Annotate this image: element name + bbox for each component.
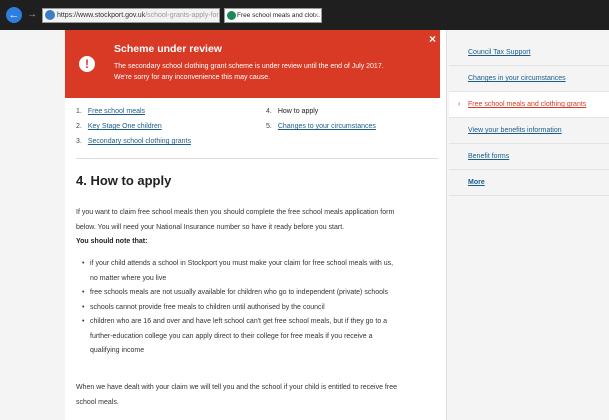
- toc-item[interactable]: 3. Secondary school clothing grants: [76, 138, 191, 145]
- alert-title: Scheme under review: [114, 43, 222, 55]
- note-heading: You should note that:: [76, 238, 148, 245]
- alert-line-1: The secondary school clothing grant sche…: [114, 63, 384, 70]
- list-item-line: if your child attends a school in Stockp…: [90, 260, 394, 267]
- toc-item[interactable]: 2. Key Stage One children: [76, 123, 162, 130]
- alert-exclamation-icon: !: [79, 56, 95, 72]
- closing-line-1: When we have dealt with your claim we wi…: [76, 384, 397, 391]
- list-item: schools cannot provide free meals to chi…: [82, 301, 437, 316]
- divider: [76, 158, 438, 159]
- address-bar[interactable]: https://www.stockport.gov.uk/school-gran…: [42, 8, 220, 23]
- toc-current-label: How to apply: [277, 108, 319, 115]
- toc-number: 2.: [76, 123, 82, 130]
- toc-link-key-stage-one[interactable]: Key Stage One children: [88, 123, 162, 130]
- page: ! Scheme under review The secondary scho…: [0, 30, 609, 420]
- toc-number: 3.: [76, 138, 82, 145]
- list-item-line: further-education college you can apply …: [90, 332, 373, 340]
- sidebar-item-changes[interactable]: Changes in your circumstances: [449, 66, 609, 92]
- browser-tab[interactable]: Free school meals and clot... ×: [224, 8, 322, 23]
- tab-close-icon[interactable]: ×: [314, 9, 318, 22]
- sidebar-nav: Council Tax Support Changes in your circ…: [449, 30, 609, 420]
- alert-message: The secondary school clothing grant sche…: [114, 61, 432, 83]
- list-item-line: qualifying income: [90, 347, 145, 354]
- sidebar-item-council-tax-support[interactable]: Council Tax Support: [449, 40, 609, 66]
- intro-line-1: If you want to claim free school meals t…: [76, 209, 395, 216]
- intro-paragraph: If you want to claim free school meals t…: [76, 205, 438, 235]
- sidebar-item-more[interactable]: More: [449, 170, 609, 196]
- list-item-line: no matter where you live: [90, 274, 167, 282]
- intro-line-2: below. You will need your National Insur…: [76, 224, 345, 231]
- notes-list: if your child attends a school in Stockp…: [82, 257, 437, 359]
- toc-item-current: 4. How to apply: [266, 108, 318, 115]
- closing-line-2: school meals.: [76, 399, 119, 406]
- list-item-line: schools cannot provide free meals to chi…: [90, 303, 325, 311]
- toc-item[interactable]: 1. Free school meals: [76, 108, 145, 115]
- url-prefix: https://: [57, 12, 79, 19]
- closing-paragraph: When we have dealt with your claim we wi…: [76, 380, 438, 410]
- toc-number: 5.: [266, 123, 272, 130]
- forward-arrow-icon[interactable]: →: [26, 9, 38, 21]
- sidebar-item-benefit-forms[interactable]: Benefit forms: [449, 144, 609, 170]
- list-item: free schools meals are not usually avail…: [82, 286, 437, 301]
- favicon-icon: [227, 11, 236, 20]
- toc-link-clothing-grants[interactable]: Secondary school clothing grants: [88, 138, 191, 145]
- back-arrow-icon[interactable]: ←: [6, 7, 22, 23]
- tab-title: Free school meals and clot...: [237, 12, 321, 19]
- alert-close-icon[interactable]: ×: [429, 32, 436, 46]
- section-heading: 4. How to apply: [76, 173, 172, 188]
- sidebar-item-free-school-meals[interactable]: Free school meals and clothing grants: [449, 92, 609, 118]
- toc-number: 4.: [266, 108, 272, 115]
- alert-line-2: We're sorry for any inconvenience this m…: [114, 74, 271, 81]
- list-item-line: free schools meals are not usually avail…: [90, 289, 389, 296]
- toc-item[interactable]: 5. Changes to your circumstances: [266, 123, 376, 130]
- alert-banner: ! Scheme under review The secondary scho…: [65, 30, 440, 98]
- toc-link-changes[interactable]: Changes to your circumstances: [278, 123, 376, 130]
- toc-number: 1.: [76, 108, 82, 115]
- url-domain: www.stockport.gov.uk: [78, 12, 146, 19]
- url-path: /school-grants-apply-for: [145, 12, 219, 19]
- main-content: ! Scheme under review The secondary scho…: [65, 30, 447, 420]
- browser-chrome: ← → https://www.stockport.gov.uk/school-…: [0, 0, 609, 30]
- site-icon: [45, 10, 55, 20]
- list-item-line: children who are 16 and over and have le…: [90, 318, 388, 325]
- list-item: if your child attends a school in Stockp…: [82, 257, 437, 286]
- toc-link-free-school-meals[interactable]: Free school meals: [88, 108, 145, 115]
- sidebar-item-benefits-info[interactable]: View your benefits information: [449, 118, 609, 144]
- list-item: children who are 16 and over and have le…: [82, 315, 437, 359]
